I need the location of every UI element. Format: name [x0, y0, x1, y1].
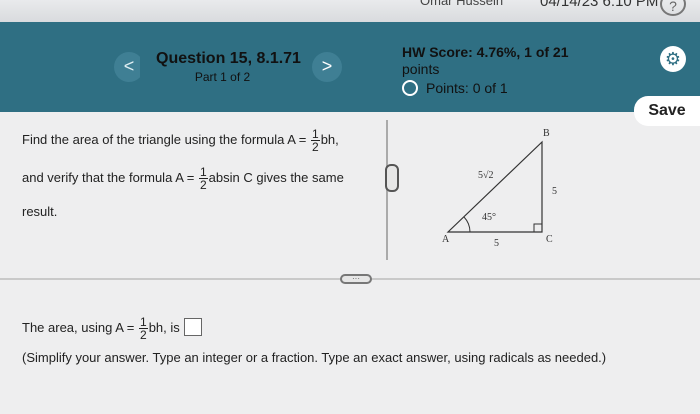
- fraction-half-answer: 12: [139, 316, 148, 341]
- side-ac-label: 5: [494, 238, 499, 249]
- points-status: Points: 0 of 1: [402, 80, 508, 96]
- user-name: Omar Hussein: [420, 0, 504, 8]
- settings-gear-icon[interactable]: ⚙: [660, 46, 686, 72]
- save-button[interactable]: Save: [634, 96, 700, 126]
- angle-label: 45°: [482, 212, 496, 223]
- fraction-denominator: 2: [199, 178, 207, 192]
- vertical-resize-handle[interactable]: [385, 164, 399, 192]
- right-angle-marker: [533, 223, 543, 233]
- horizontal-resize-handle[interactable]: ···: [340, 274, 372, 284]
- fraction-half-2: 12: [198, 166, 208, 192]
- hw-points-word: points: [402, 61, 440, 77]
- vertex-a-label: A: [442, 234, 450, 245]
- answer-hint: (Simplify your answer. Type an integer o…: [22, 350, 607, 365]
- answer-input[interactable]: [183, 317, 202, 336]
- angle-arc: [463, 216, 471, 233]
- question-line-2-text: and verify that the formula A =: [22, 169, 195, 185]
- question-header: < Question 15, 8.1.71 Part 1 of 2 > HW S…: [0, 22, 700, 126]
- question-line-1: Find the area of the triangle using the …: [22, 128, 339, 153]
- side-bc-label: 5: [552, 186, 557, 197]
- answer-prompt: The area, using A =: [22, 319, 135, 335]
- fraction-denominator: 2: [312, 140, 319, 154]
- points-label: Points: 0 of 1: [426, 80, 508, 96]
- question-line-2: and verify that the formula A = 1 2 absin …: [22, 166, 344, 191]
- fraction-half-1: 12: [311, 128, 320, 153]
- hw-score-text: HW Score: 4.76%, 1 of 21: [402, 44, 569, 60]
- hw-score: HW Score: 4.76%, 1 of 21 points: [402, 44, 569, 78]
- question-info: Question 15, 8.1.71 Part 1 of 2: [140, 40, 310, 102]
- question-line-1-formula: bh,: [320, 131, 339, 147]
- question-line-2-formula: absin C gives the same: [208, 169, 344, 185]
- vertex-c-label: C: [546, 234, 553, 245]
- timestamp: 04/14/23 6:10 PM: [540, 0, 659, 10]
- answer-line: The area, using A = 1 2 bh, is: [22, 316, 202, 341]
- question-title: Question 15, 8.1.71: [156, 50, 301, 67]
- vertex-b-label: B: [543, 128, 550, 139]
- points-circle-icon: [402, 80, 418, 96]
- fraction-denominator: 2: [140, 328, 147, 342]
- part-label: Part 1 of 2: [194, 70, 251, 84]
- next-question-button[interactable]: >: [312, 52, 342, 82]
- help-icon[interactable]: ?: [660, 0, 686, 16]
- question-line-1-text: Find the area of the triangle using the …: [22, 131, 307, 147]
- question-line-3: result.: [22, 204, 58, 219]
- hypotenuse-label: 5√2: [478, 170, 494, 181]
- answer-formula: bh, is: [148, 319, 180, 335]
- triangle-figure: A B C 5√2 45° 5 5: [442, 128, 557, 249]
- top-strip: Omar Hussein 04/14/23 6:10 PM ?: [0, 0, 700, 23]
